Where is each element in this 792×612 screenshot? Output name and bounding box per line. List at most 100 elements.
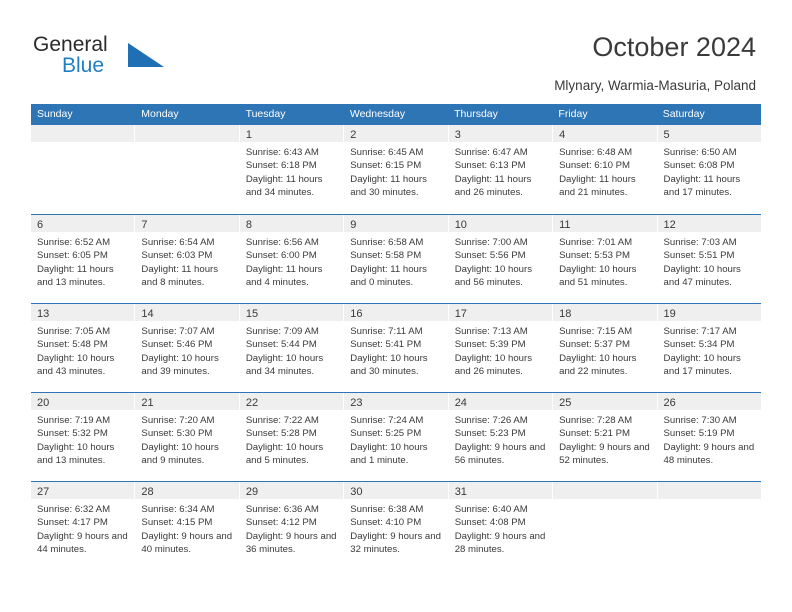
day-number-band: 19 xyxy=(657,304,761,321)
sunset-text: Sunset: 5:46 PM xyxy=(141,339,213,351)
sunrise-text: Sunrise: 6:52 AM xyxy=(37,237,111,248)
sunset-text: Sunset: 6:08 PM xyxy=(663,160,735,172)
calendar-day-cell[interactable]: 21 Sunrise: 7:20 AM Sunset: 5:30 PM Dayligh… xyxy=(135,393,240,481)
calendar-day-cell[interactable]: 10 Sunrise: 7:00 AM Sunset: 5:56 PM Dayligh… xyxy=(448,215,554,303)
day-number: 28 xyxy=(141,486,154,498)
calendar-day-cell[interactable]: 28 Sunrise: 6:34 AM Sunset: 4:15 PM Dayligh… xyxy=(135,482,240,570)
calendar-day-cell[interactable]: 8 Sunrise: 6:56 AM Sunset: 6:00 PM Daylight… xyxy=(239,215,345,303)
daylight-text: Daylight: 10 hours and 5 minutes. xyxy=(245,441,324,467)
sunset-text: Sunset: 5:34 PM xyxy=(663,339,735,351)
day-info: Sunrise: 7:00 AM Sunset: 5:56 PM Daylight:… xyxy=(449,232,552,290)
day-number-band: 16 xyxy=(344,304,448,321)
calendar-day-cell[interactable]: 1 Sunrise: 6:43 AM Sunset: 6:18 PM Daylight… xyxy=(239,125,345,214)
day-info: Sunrise: 7:13 AM Sunset: 5:39 PM Daylight:… xyxy=(449,321,552,379)
calendar-day-cell[interactable]: 15 Sunrise: 7:09 AM Sunset: 5:44 PM Dayligh… xyxy=(239,304,345,392)
calendar-day-cell[interactable]: 13 Sunrise: 7:05 AM Sunset: 5:48 PM Dayligh… xyxy=(31,304,136,392)
calendar-day-cell[interactable]: 20 Sunrise: 7:19 AM Sunset: 5:32 PM Dayligh… xyxy=(31,393,136,481)
sunset-text: Sunset: 6:10 PM xyxy=(559,160,631,172)
calendar-day-cell[interactable]: 26 Sunrise: 7:30 AM Sunset: 5:19 PM Dayligh… xyxy=(657,393,761,481)
day-number: 16 xyxy=(350,308,363,320)
triangle-logo-icon xyxy=(128,43,166,73)
day-number-band xyxy=(31,125,135,142)
calendar-day-cell[interactable]: 16 Sunrise: 7:11 AM Sunset: 5:41 PM Dayligh… xyxy=(344,304,449,392)
day-number-band: 27 xyxy=(31,482,135,499)
day-info: Sunrise: 6:32 AM Sunset: 4:17 PM Daylight:… xyxy=(31,499,134,557)
daylight-text: Daylight: 9 hours and 48 minutes. xyxy=(663,441,755,467)
sunset-text: Sunset: 5:44 PM xyxy=(245,339,317,351)
daylight-text: Daylight: 11 hours and 13 minutes. xyxy=(37,263,114,289)
calendar-day-cell[interactable]: 25 Sunrise: 7:28 AM Sunset: 5:21 PM Dayligh… xyxy=(553,393,658,481)
sunset-text: Sunset: 6:18 PM xyxy=(245,160,317,172)
daylight-text: Daylight: 9 hours and 40 minutes. xyxy=(141,530,233,556)
sunrise-text: Sunrise: 6:56 AM xyxy=(245,237,319,248)
sunset-text: Sunset: 4:17 PM xyxy=(37,517,108,529)
day-number-band: 24 xyxy=(448,393,553,410)
calendar-day-cell[interactable]: 3 Sunrise: 6:47 AM Sunset: 6:13 PM Daylight… xyxy=(448,125,554,214)
sunrise-text: Sunrise: 7:19 AM xyxy=(37,415,111,426)
calendar-day-cell[interactable]: 29 Sunrise: 6:36 AM Sunset: 4:12 PM Dayligh… xyxy=(239,482,345,570)
calendar-day-cell[interactable]: 2 Sunrise: 6:45 AM Sunset: 6:15 PM Daylight… xyxy=(344,125,449,214)
sunset-text: Sunset: 5:23 PM xyxy=(454,428,526,440)
day-info: Sunrise: 6:48 AM Sunset: 6:10 PM Daylight:… xyxy=(553,142,656,200)
day-info: Sunrise: 6:36 AM Sunset: 4:12 PM Daylight:… xyxy=(240,499,343,557)
day-info: Sunrise: 7:19 AM Sunset: 5:32 PM Daylight:… xyxy=(31,410,134,468)
day-number: 15 xyxy=(245,308,259,320)
calendar-day-cell[interactable]: 14 Sunrise: 7:07 AM Sunset: 5:46 PM Dayligh… xyxy=(135,304,240,392)
sunset-text: Sunset: 4:15 PM xyxy=(141,517,213,529)
day-number-band: 29 xyxy=(239,482,344,499)
day-info: Sunrise: 6:40 AM Sunset: 4:08 PM Daylight:… xyxy=(449,499,552,557)
sunrise-text: Sunrise: 7:24 AM xyxy=(350,415,424,426)
calendar-day-cell[interactable]: 31 Sunrise: 6:40 AM Sunset: 4:08 PM Dayligh… xyxy=(448,482,554,570)
sunrise-text: Sunrise: 6:40 AM xyxy=(454,504,528,515)
calendar-day-cell[interactable]: 27 Sunrise: 6:32 AM Sunset: 4:17 PM Dayligh… xyxy=(31,482,136,570)
day-number: 1 xyxy=(245,129,252,141)
sunset-text: Sunset: 5:25 PM xyxy=(350,428,422,440)
calendar-day-cell[interactable]: 12 Sunrise: 7:03 AM Sunset: 5:51 PM Dayligh… xyxy=(657,215,761,303)
daylight-text: Daylight: 9 hours and 28 minutes. xyxy=(454,530,546,556)
calendar-day-cell[interactable]: 7 Sunrise: 6:54 AM Sunset: 6:03 PM Daylight… xyxy=(135,215,240,303)
sunrise-text: Sunrise: 7:00 AM xyxy=(454,237,528,248)
day-number-band: 5 xyxy=(657,125,761,142)
calendar-day-cell[interactable]: 6 Sunrise: 6:52 AM Sunset: 6:05 PM Daylight… xyxy=(31,215,136,303)
calendar-page: General Blue October 2024 Mlynary, Warmi… xyxy=(0,0,792,612)
day-info: Sunrise: 7:30 AM Sunset: 5:19 PM Daylight:… xyxy=(658,410,761,468)
sunrise-text: Sunrise: 6:47 AM xyxy=(454,147,528,158)
day-number-band: 23 xyxy=(344,393,448,410)
sunset-text: Sunset: 4:08 PM xyxy=(454,517,526,529)
day-number-band: 4 xyxy=(553,125,657,142)
day-number: 3 xyxy=(454,129,461,141)
calendar-day-cell[interactable]: 11 Sunrise: 7:01 AM Sunset: 5:53 PM Dayligh… xyxy=(553,215,658,303)
weekday-header-saturday: Saturday xyxy=(662,108,705,120)
sunset-text: Sunset: 5:32 PM xyxy=(37,428,108,440)
sunrise-text: Sunrise: 7:03 AM xyxy=(663,237,737,248)
day-number: 6 xyxy=(37,219,44,231)
daylight-text: Daylight: 11 hours and 8 minutes. xyxy=(141,263,219,289)
calendar-day-cell[interactable]: 9 Sunrise: 6:58 AM Sunset: 5:58 PM Daylight… xyxy=(344,215,449,303)
calendar-day-cell[interactable]: 22 Sunrise: 7:22 AM Sunset: 5:28 PM Dayligh… xyxy=(239,393,345,481)
calendar-day-cell[interactable]: 30 Sunrise: 6:38 AM Sunset: 4:10 PM Dayligh… xyxy=(344,482,449,570)
weekday-header-sunday: Sunday xyxy=(37,108,73,120)
day-info: Sunrise: 7:11 AM Sunset: 5:41 PM Daylight:… xyxy=(344,321,447,379)
calendar-day-cell[interactable]: 24 Sunrise: 7:26 AM Sunset: 5:23 PM Dayligh… xyxy=(448,393,554,481)
day-number-band xyxy=(553,482,657,499)
day-number: 27 xyxy=(37,486,50,498)
day-info: Sunrise: 6:43 AM Sunset: 6:18 PM Daylight:… xyxy=(240,142,343,200)
sunset-text: Sunset: 5:58 PM xyxy=(350,250,422,262)
brand-logo[interactable]: General Blue xyxy=(33,33,233,83)
calendar-day-cell[interactable]: 23 Sunrise: 7:24 AM Sunset: 5:25 PM Dayligh… xyxy=(344,393,449,481)
day-number-band: 22 xyxy=(239,393,344,410)
calendar-weeks: 1 Sunrise: 6:43 AM Sunset: 6:18 PM Daylight… xyxy=(31,125,761,570)
sunset-text: Sunset: 6:13 PM xyxy=(454,160,526,172)
calendar-day-cell[interactable]: 4 Sunrise: 6:48 AM Sunset: 6:10 PM Daylight… xyxy=(553,125,658,214)
calendar-day-cell[interactable]: 19 Sunrise: 7:17 AM Sunset: 5:34 PM Dayligh… xyxy=(657,304,761,392)
calendar-day-cell[interactable]: 17 Sunrise: 7:13 AM Sunset: 5:39 PM Dayligh… xyxy=(448,304,554,392)
sunrise-text: Sunrise: 7:05 AM xyxy=(37,326,111,337)
calendar-day-cell[interactable]: 5 Sunrise: 6:50 AM Sunset: 6:08 PM Daylight… xyxy=(657,125,761,214)
day-number: 19 xyxy=(663,308,676,320)
calendar-day-cell[interactable]: 18 Sunrise: 7:15 AM Sunset: 5:37 PM Dayligh… xyxy=(553,304,658,392)
day-number: 20 xyxy=(37,397,50,409)
day-info: Sunrise: 7:01 AM Sunset: 5:53 PM Daylight:… xyxy=(553,232,656,290)
day-number-band: 7 xyxy=(135,215,239,232)
daylight-text: Daylight: 9 hours and 32 minutes. xyxy=(350,530,441,556)
page-title: October 2024 xyxy=(592,32,756,62)
